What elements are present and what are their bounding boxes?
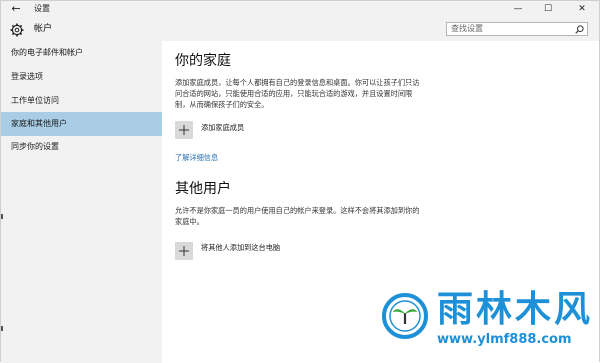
sidebar-item-sign-in-options[interactable]: 登录选项: [1, 65, 162, 89]
family-heading: 你的家庭: [175, 53, 231, 69]
gear-icon: [10, 22, 24, 37]
other-users-heading: 其他用户: [175, 181, 231, 197]
page-title: 帐户: [34, 24, 53, 34]
edge-mark: [1, 326, 3, 331]
sidebar-item-sync-settings[interactable]: 同步你的设置: [1, 135, 162, 159]
sidebar-item-email-accounts[interactable]: 你的电子邮件和帐户: [1, 41, 162, 65]
window-title: 设置: [34, 4, 50, 13]
add-other-user-button[interactable]: [175, 242, 193, 260]
title-bar: ← 设置 — ☐ ✕: [1, 1, 599, 17]
add-other-user-label[interactable]: 将其他人添加到这台电脑: [201, 242, 280, 253]
sidebar-item-family-other-users[interactable]: 家庭和其他用户: [1, 112, 162, 136]
settings-window: ← 设置 — ☐ ✕ 帐户 查找设置 你的电子邮件和帐户 登录选项 工作单位访问…: [0, 0, 600, 363]
minimize-button[interactable]: —: [503, 1, 533, 17]
search-placeholder: 查找设置: [451, 24, 483, 33]
back-button[interactable]: ←: [9, 2, 23, 16]
other-users-description: 允许不是你家庭一员的用户使用自己的帐户来登录。这样不会将其添加到你的家庭中。: [175, 206, 420, 226]
plus-icon: [179, 125, 189, 135]
watermark-logo: [382, 293, 428, 339]
page-header: 帐户 查找设置: [1, 17, 599, 41]
add-family-member-button[interactable]: [175, 121, 193, 139]
add-family-member-label[interactable]: 添加家庭成员: [201, 122, 244, 133]
sidebar-item-work-access[interactable]: 工作单位访问: [1, 89, 162, 113]
learn-more-link[interactable]: 了解详细信息: [175, 152, 218, 163]
search-icon[interactable]: [575, 25, 584, 34]
watermark-url: www.ylmf888.com: [437, 332, 572, 347]
search-input[interactable]: 查找设置: [446, 22, 588, 36]
sidebar: 你的电子邮件和帐户 登录选项 工作单位访问 家庭和其他用户 同步你的设置: [1, 41, 162, 363]
maximize-button[interactable]: ☐: [533, 1, 563, 17]
close-button[interactable]: ✕: [567, 1, 597, 17]
plus-icon: [179, 246, 189, 256]
family-description: 添加家庭成员，让每个人都拥有自己的登录信息和桌面。你可以让孩子们只访问合适的网站…: [175, 78, 420, 109]
watermark-title: 雨林木风: [437, 289, 594, 330]
edge-mark: [1, 214, 3, 219]
